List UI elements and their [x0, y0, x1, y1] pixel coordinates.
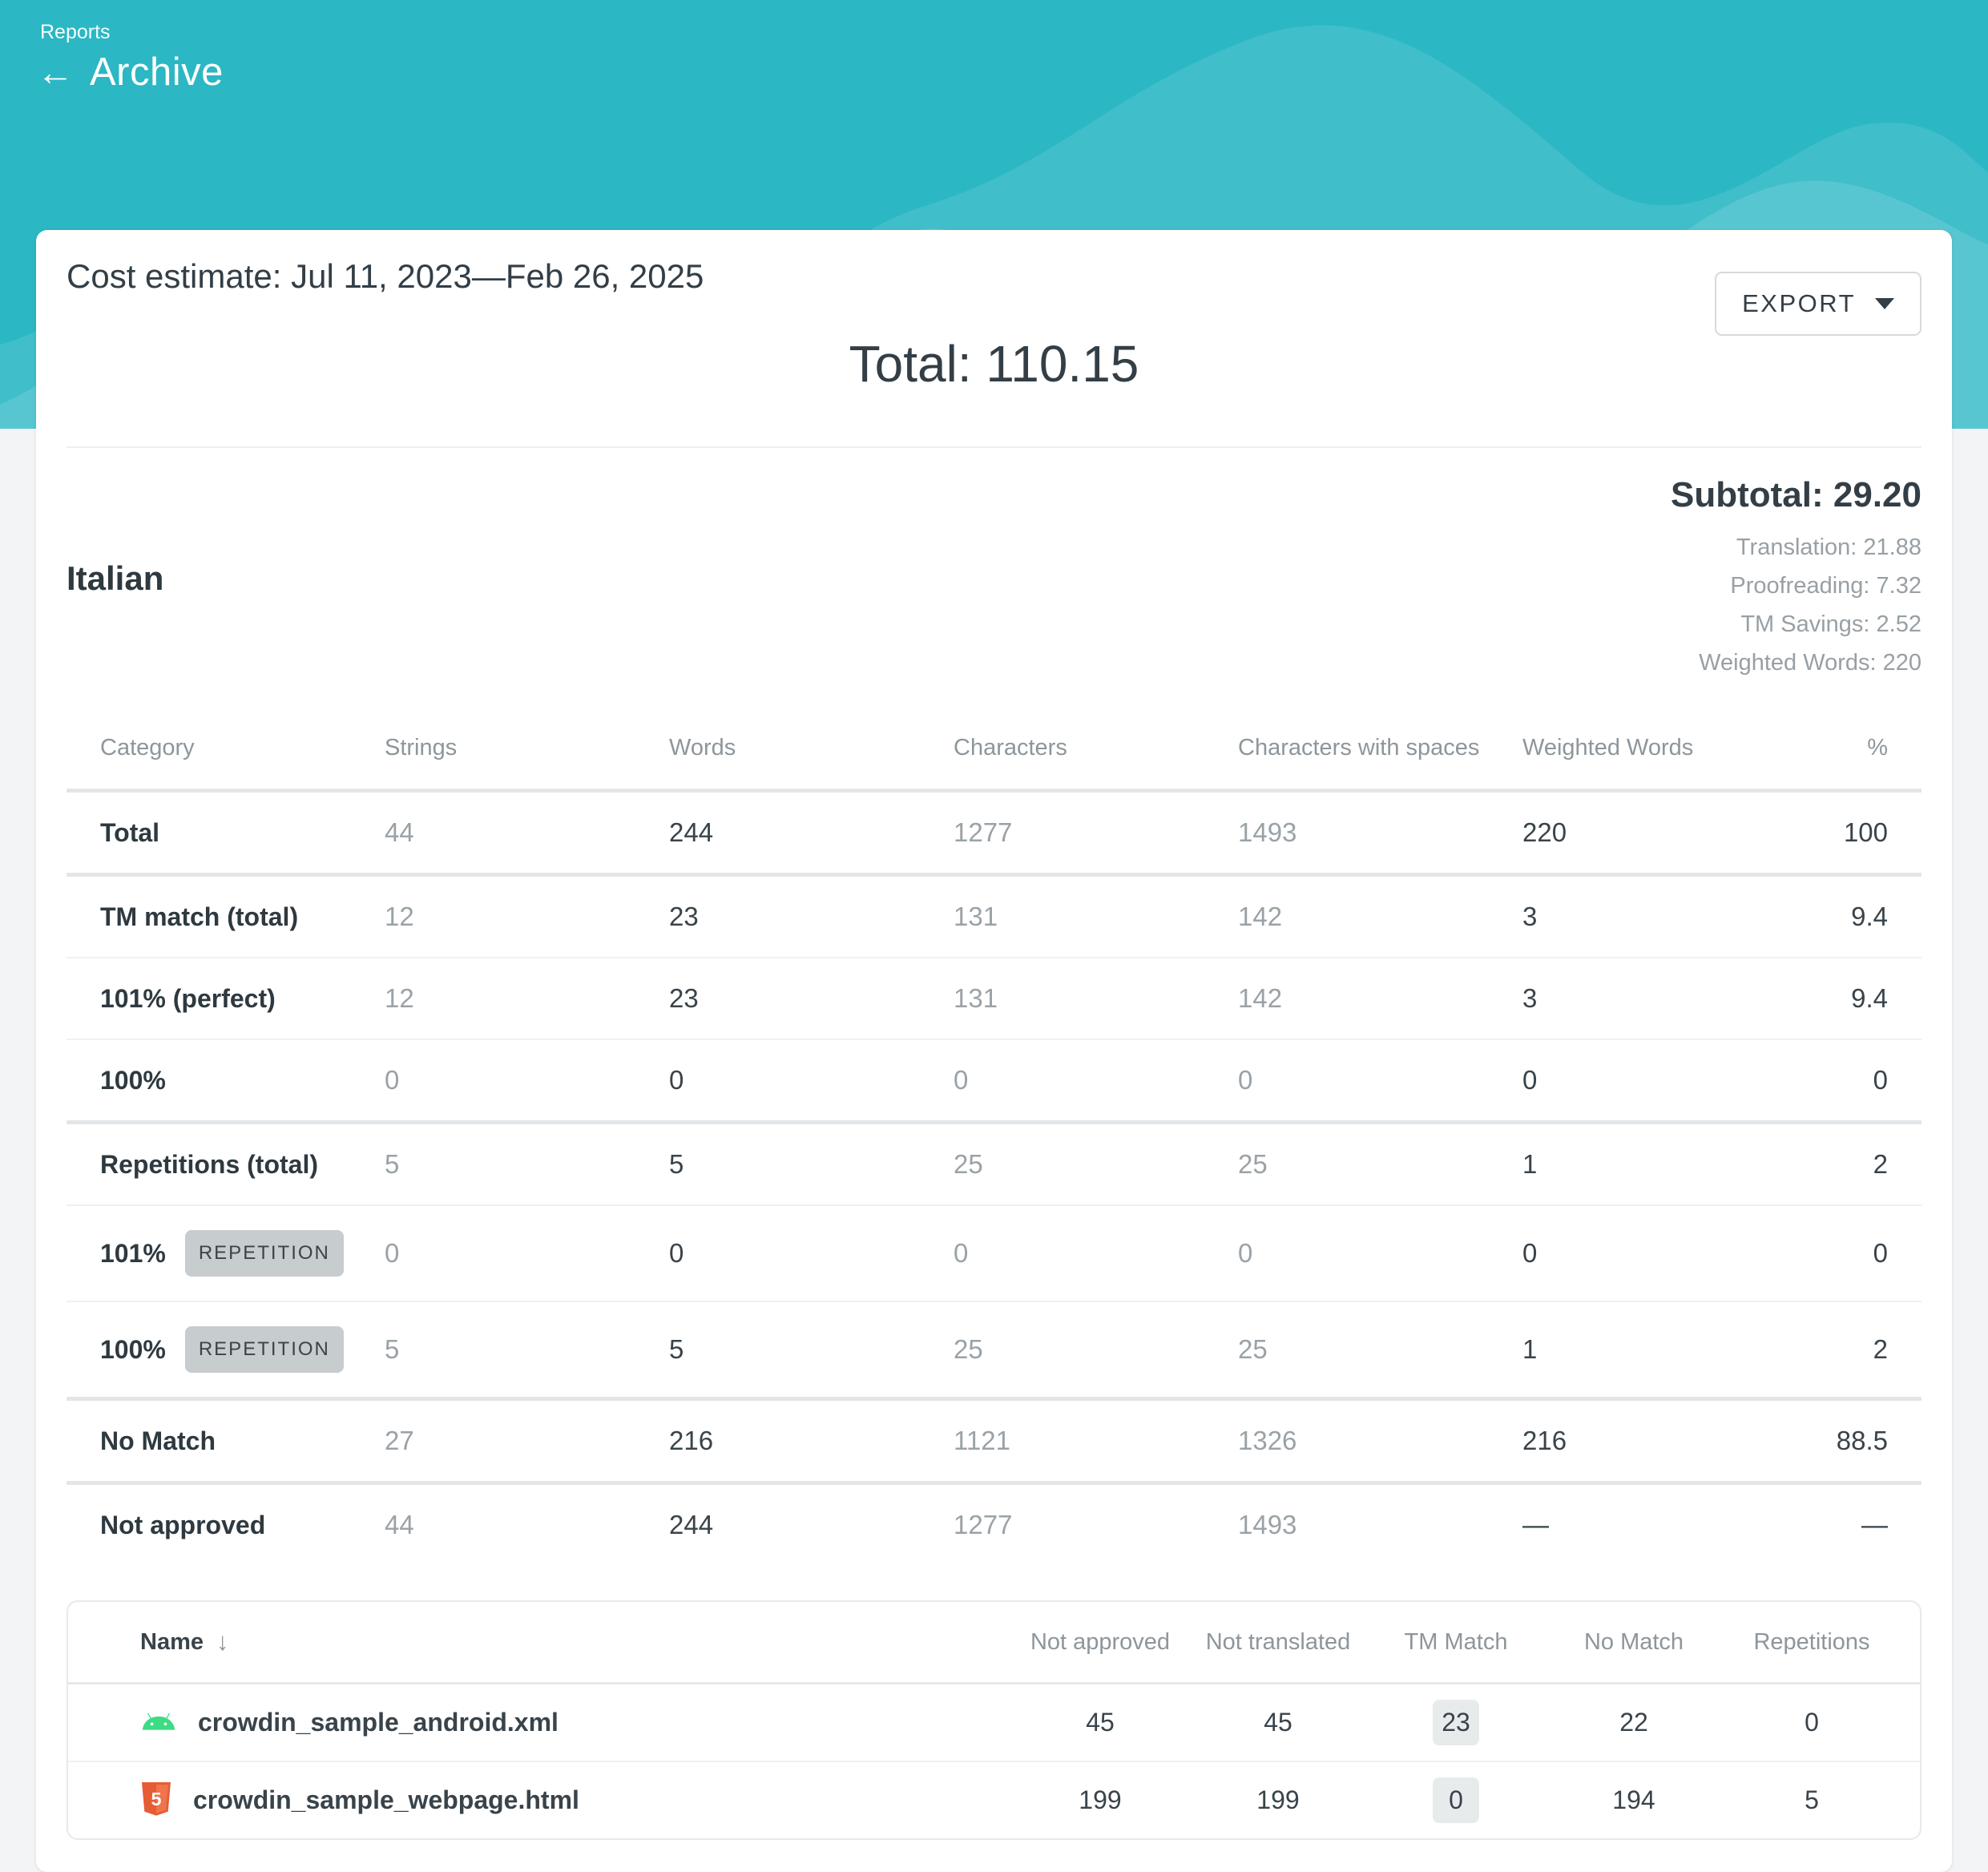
- report-card: Cost estimate: Jul 11, 2023—Feb 26, 2025…: [36, 230, 1952, 1872]
- file-tm-match: 23: [1367, 1684, 1545, 1761]
- category-table-header: Category Strings Words Characters Charac…: [67, 712, 1921, 793]
- language-name: Italian: [67, 559, 163, 598]
- category-label: 100%: [100, 1064, 166, 1096]
- file-not-approved: 45: [1011, 1692, 1189, 1753]
- files-table-header: Name ↓ Not approved Not translated TM Ma…: [68, 1602, 1920, 1684]
- column-header-weighted-words: Weighted Words: [1522, 712, 1807, 789]
- column-header-not-approved[interactable]: Not approved: [1011, 1604, 1189, 1681]
- breadcrumb-reports[interactable]: Reports: [40, 21, 111, 44]
- tm-match-badge: 23: [1433, 1700, 1479, 1745]
- column-header-repetitions[interactable]: Repetitions: [1723, 1604, 1901, 1681]
- file-repetitions: 5: [1723, 1770, 1901, 1830]
- category-table: Category Strings Words Characters Charac…: [67, 712, 1921, 1565]
- category-label: 101% (perfect): [100, 982, 276, 1015]
- file-name: crowdin_sample_android.xml: [198, 1708, 558, 1737]
- table-row-repetitions-total: Repetitions (total) 5 5 25 25 1 2: [67, 1120, 1921, 1204]
- export-button[interactable]: EXPORT: [1715, 272, 1921, 336]
- table-row-no-match: No Match 27 216 1121 1326 216 88.5: [67, 1397, 1921, 1481]
- sort-descending-icon: ↓: [216, 1628, 229, 1656]
- file-not-translated: 45: [1189, 1692, 1367, 1753]
- table-row-tm-match-total: TM match (total) 12 23 131 142 3 9.4: [67, 873, 1921, 957]
- report-title: Cost estimate: Jul 11, 2023—Feb 26, 2025: [67, 257, 1921, 296]
- report-total: Total: 110.15: [67, 334, 1921, 393]
- file-row-webpage-html[interactable]: 5 crowdin_sample_webpage.html 199 199 0 …: [68, 1761, 1920, 1838]
- table-row-100-repetition: 100% REPETITION 5 5 25 25 1 2: [67, 1301, 1921, 1397]
- column-header-characters: Characters: [954, 712, 1238, 789]
- category-label: Not approved: [100, 1509, 265, 1541]
- report-card-header: Cost estimate: Jul 11, 2023—Feb 26, 2025…: [67, 257, 1921, 296]
- subtotal-label: Subtotal:: [1671, 475, 1824, 514]
- column-header-percent: %: [1807, 712, 1888, 789]
- html5-icon: 5: [140, 1782, 172, 1818]
- language-subtotal: Subtotal: 29.20: [1671, 475, 1921, 515]
- table-row-101-perfect: 101% (perfect) 12 23 131 142 3 9.4: [67, 957, 1921, 1039]
- file-tm-match: 0: [1367, 1762, 1545, 1838]
- column-header-name[interactable]: Name ↓: [140, 1602, 1011, 1682]
- repetition-badge: REPETITION: [185, 1230, 344, 1277]
- table-row-total: Total 44 244 1277 1493 220 100: [67, 793, 1921, 873]
- column-header-not-translated[interactable]: Not translated: [1189, 1604, 1367, 1681]
- report-total-value: 110.15: [986, 335, 1139, 393]
- file-no-match: 22: [1545, 1692, 1723, 1753]
- category-label: 101%: [100, 1237, 166, 1269]
- column-header-category: Category: [100, 712, 385, 789]
- table-row-101-repetition: 101% REPETITION 0 0 0 0 0 0: [67, 1204, 1921, 1301]
- export-button-label: EXPORT: [1742, 289, 1856, 318]
- subtotal-value: 29.20: [1833, 475, 1921, 514]
- android-icon: [140, 1713, 177, 1733]
- subtotal-detail-proofreading: Proofreading: 7.32: [1671, 567, 1921, 605]
- file-row-android-xml[interactable]: crowdin_sample_android.xml 45 45 23 22 0: [68, 1684, 1920, 1761]
- file-not-approved: 199: [1011, 1770, 1189, 1830]
- file-no-match: 194: [1545, 1770, 1723, 1830]
- report-total-label: Total:: [849, 335, 972, 393]
- svg-text:5: 5: [151, 1789, 162, 1809]
- subtotal-detail-tm-savings: TM Savings: 2.52: [1671, 605, 1921, 644]
- subtotal-detail-weighted-words: Weighted Words: 220: [1671, 644, 1921, 682]
- column-header-characters-with-spaces: Characters with spaces: [1238, 712, 1522, 789]
- subtotal-detail-translation: Translation: 21.88: [1671, 528, 1921, 567]
- category-label: TM match (total): [100, 901, 298, 933]
- column-header-words: Words: [669, 712, 954, 789]
- column-header-no-match[interactable]: No Match: [1545, 1604, 1723, 1681]
- file-name: crowdin_sample_webpage.html: [193, 1785, 579, 1815]
- category-label: Repetitions (total): [100, 1148, 318, 1180]
- back-arrow-icon[interactable]: ←: [37, 54, 74, 91]
- table-row-100: 100% 0 0 0 0 0 0: [67, 1039, 1921, 1120]
- table-row-not-approved: Not approved 44 244 1277 1493 — —: [67, 1481, 1921, 1565]
- chevron-down-icon: [1875, 298, 1894, 309]
- category-label: No Match: [100, 1425, 216, 1457]
- category-label: 100%: [100, 1333, 166, 1366]
- files-table: Name ↓ Not approved Not translated TM Ma…: [67, 1600, 1921, 1840]
- column-header-strings: Strings: [385, 712, 669, 789]
- subtotal-block: Subtotal: 29.20 Translation: 21.88 Proof…: [1671, 475, 1921, 682]
- page-title-row: ← Archive: [37, 50, 224, 95]
- category-label: Total: [100, 817, 159, 849]
- tm-match-badge: 0: [1433, 1777, 1479, 1823]
- column-header-tm-match[interactable]: TM Match: [1367, 1604, 1545, 1681]
- language-section: Italian Subtotal: 29.20 Translation: 21.…: [67, 448, 1921, 696]
- repetition-badge: REPETITION: [185, 1326, 344, 1373]
- page-title: Archive: [90, 50, 224, 95]
- file-not-translated: 199: [1189, 1770, 1367, 1830]
- file-repetitions: 0: [1723, 1692, 1901, 1753]
